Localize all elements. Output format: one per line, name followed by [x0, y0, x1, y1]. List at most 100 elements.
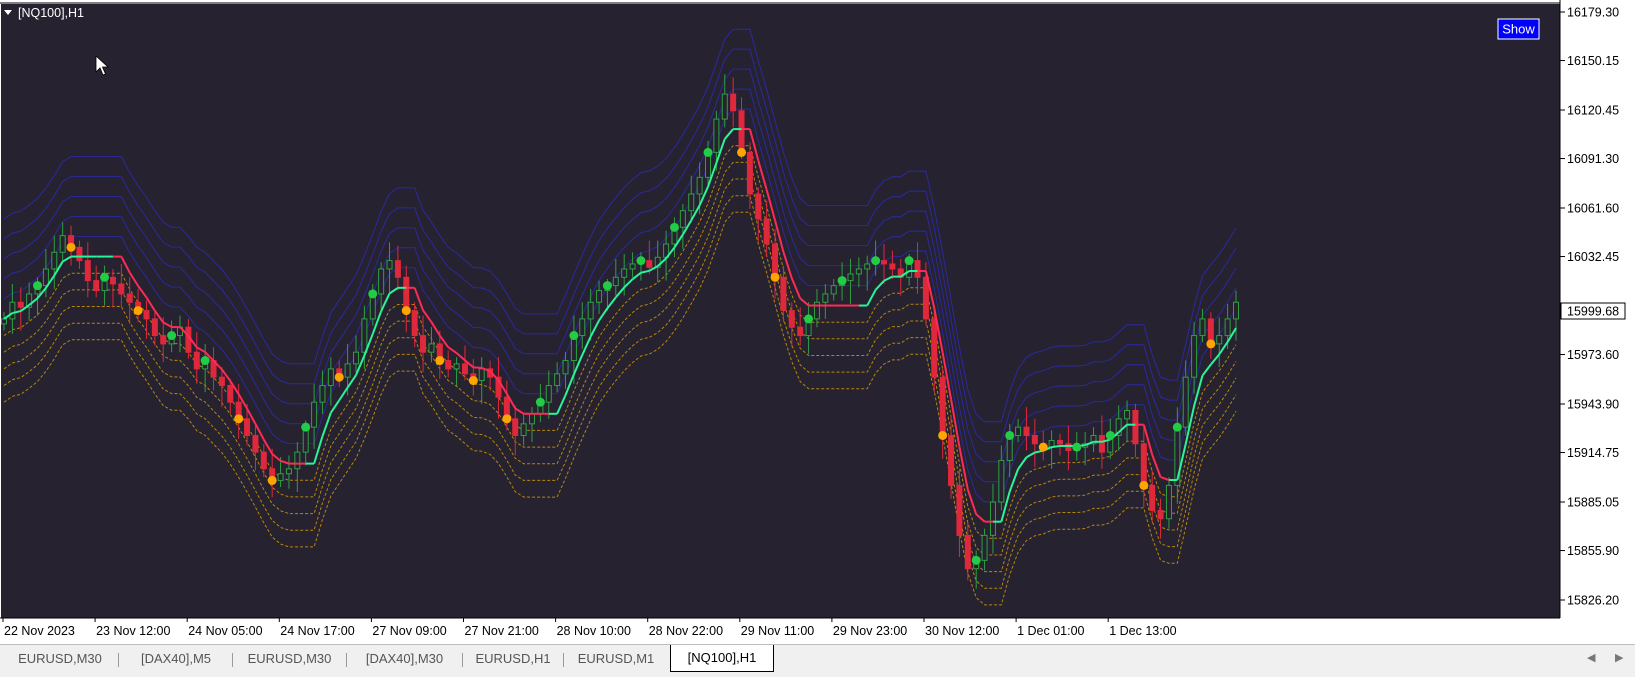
candle-body — [379, 269, 384, 294]
candle-body — [680, 211, 685, 228]
buy-signal-dot — [670, 223, 679, 232]
candle-body — [965, 535, 970, 568]
price-tick-label: 16120.45 — [1567, 104, 1619, 118]
buy-signal-dot — [1072, 443, 1081, 452]
buy-signal-dot — [100, 273, 109, 282]
tabs-scroll-left-icon[interactable]: ◀ — [1587, 651, 1595, 664]
candle-body — [647, 261, 652, 268]
candle-body — [152, 319, 157, 336]
sell-signal-dot — [737, 148, 746, 157]
time-tick-label: 23 Nov 12:00 — [96, 624, 170, 638]
show-button[interactable]: Show — [1498, 19, 1539, 39]
buy-signal-dot — [704, 148, 713, 157]
show-button-label[interactable]: Show — [1502, 22, 1535, 37]
candle-body — [999, 460, 1004, 502]
sell-signal-dot — [67, 243, 76, 252]
candle-body — [722, 94, 727, 119]
candle-body — [1141, 444, 1146, 486]
candle-body — [1158, 510, 1163, 518]
tab-separator — [118, 653, 119, 667]
candle-body — [43, 269, 48, 286]
buy-signal-dot — [368, 289, 377, 298]
candle-body — [462, 364, 467, 374]
tab-eurusd-m30-second[interactable]: EURUSD,M30 — [233, 647, 346, 671]
candle-body — [320, 386, 325, 403]
candle-body — [630, 264, 635, 269]
tab-eurusd-h1[interactable]: EURUSD,H1 — [463, 647, 563, 671]
trend-line-segment — [473, 367, 481, 368]
candle-body — [454, 364, 459, 369]
candle-body — [219, 377, 224, 385]
candle-body — [915, 261, 920, 278]
candle-body — [731, 94, 736, 111]
current-price-marker: 15999.68 — [1561, 303, 1625, 319]
candle-body — [521, 424, 526, 436]
sell-signal-dot — [469, 376, 478, 385]
time-tick-label: 24 Nov 17:00 — [280, 624, 354, 638]
candle-body — [1200, 319, 1205, 336]
time-tick-label: 30 Nov 12:00 — [925, 624, 999, 638]
candle-body — [580, 319, 585, 336]
candle-body — [990, 502, 995, 535]
candle-body — [923, 277, 928, 319]
sell-signal-dot — [402, 306, 411, 315]
price-chart[interactable]: 16179.3016150.1516120.4516091.3016061.60… — [0, 0, 1635, 644]
chart-window[interactable]: 16179.3016150.1516120.4516091.3016061.60… — [0, 0, 1635, 644]
candle-body — [949, 435, 954, 485]
chart-tab-bar: EURUSD,M30 [DAX40],M5 EURUSD,M30 [DAX40]… — [0, 644, 1635, 677]
sell-signal-dot — [268, 476, 277, 485]
sell-signal-dot — [771, 273, 780, 282]
sell-signal-dot — [335, 373, 344, 382]
price-tick-label: 16032.45 — [1567, 250, 1619, 264]
candle-body — [756, 194, 761, 219]
candle-body — [1133, 410, 1138, 443]
trend-line-segment — [1052, 446, 1060, 447]
candle-body — [387, 261, 392, 269]
candle-body — [60, 236, 65, 253]
sell-signal-dot — [502, 414, 511, 423]
buy-signal-dot — [905, 256, 914, 265]
sell-signal-dot — [1206, 339, 1215, 348]
candle-body — [194, 352, 199, 369]
candle-body — [253, 435, 258, 452]
price-tick-label: 16179.30 — [1567, 6, 1619, 20]
price-tick-label: 15973.60 — [1567, 348, 1619, 362]
buy-signal-dot — [1106, 431, 1115, 440]
price-tick-label: 15826.20 — [1567, 594, 1619, 608]
current-price-label: 15999.68 — [1567, 305, 1619, 319]
candle-body — [781, 277, 786, 310]
candle-body — [982, 535, 987, 560]
candle-body — [856, 269, 861, 274]
candle-body — [295, 452, 300, 469]
time-tick-label: 29 Nov 23:00 — [833, 624, 907, 638]
symbol-title: [NQ100],H1 — [18, 6, 84, 20]
candle-body — [18, 302, 23, 307]
tab-dax40-m30[interactable]: [DAX40],M30 — [347, 647, 462, 671]
candle-body — [245, 419, 250, 436]
candle-body — [77, 247, 82, 260]
candle-body — [144, 311, 149, 319]
tabs-scroll-right-icon[interactable]: ▶ — [1615, 651, 1623, 664]
price-tick-label: 16150.15 — [1567, 54, 1619, 68]
candle-body — [739, 111, 744, 153]
time-tick-label: 24 Nov 05:00 — [188, 624, 262, 638]
tab-eurusd-m30[interactable]: EURUSD,M30 — [4, 647, 116, 671]
candle-body — [1183, 377, 1188, 427]
candle-body — [957, 485, 962, 535]
buy-signal-dot — [536, 398, 545, 407]
price-tick-label: 15855.90 — [1567, 544, 1619, 558]
buy-signal-dot — [1173, 423, 1182, 432]
candle-body — [1099, 435, 1104, 452]
candle-body — [597, 291, 602, 303]
candle-body — [161, 336, 166, 344]
candle-body — [890, 264, 895, 269]
tab-nq100-h1[interactable]: [NQ100],H1 — [670, 645, 774, 672]
candle-body — [823, 294, 828, 302]
tab-eurusd-m1[interactable]: EURUSD,M1 — [564, 647, 668, 671]
candle-body — [395, 261, 400, 278]
candle-body — [848, 274, 853, 281]
buy-signal-dot — [636, 256, 645, 265]
time-tick-label: 1 Dec 01:00 — [1017, 624, 1084, 638]
candle-body — [1058, 440, 1063, 443]
tab-dax40-m5[interactable]: [DAX40],M5 — [120, 647, 232, 671]
